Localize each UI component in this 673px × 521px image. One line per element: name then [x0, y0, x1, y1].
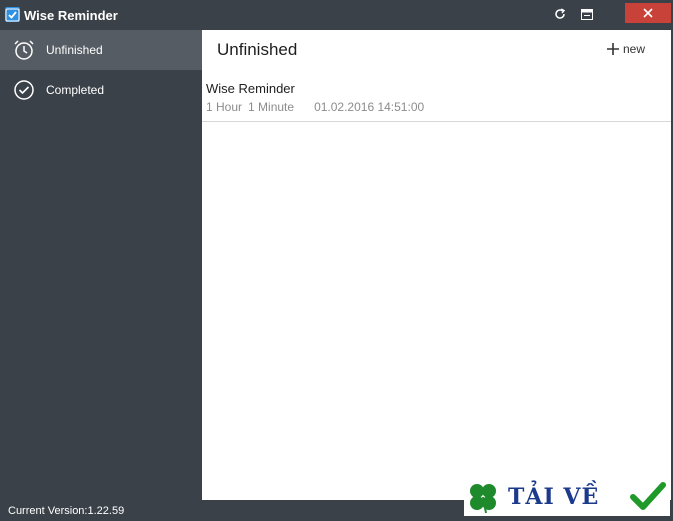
- watermark: TẢI VỀ: [464, 478, 670, 516]
- list-item[interactable]: Wise Reminder 1 Hour 1 Minute 01.02.2016 1…: [202, 77, 671, 122]
- reminder-hours: 1 Hour: [206, 100, 243, 114]
- reminder-title: Wise Reminder: [206, 81, 295, 96]
- sidebar: Unfinished Completed: [0, 30, 202, 500]
- close-icon: [643, 8, 653, 18]
- new-reminder-button[interactable]: new: [606, 39, 645, 59]
- window-title: Wise Reminder: [24, 8, 118, 23]
- sidebar-item-completed[interactable]: Completed: [0, 70, 202, 110]
- check-circle-icon: [13, 79, 35, 101]
- page-title: Unfinished: [217, 40, 298, 59]
- main-panel: Unfinished new Wise Reminder 1 Hour 1 Min…: [202, 30, 671, 500]
- clover-icon: [470, 484, 496, 514]
- watermark-text: TẢI VỀ: [508, 484, 600, 510]
- close-button[interactable]: [625, 3, 671, 23]
- title-bar: Wise Reminder: [0, 0, 673, 30]
- plus-icon: [607, 43, 619, 55]
- window-menu-button[interactable]: [577, 4, 597, 24]
- window-menu-icon: [581, 8, 593, 20]
- checkmark-icon: [630, 482, 666, 510]
- reminder-meta: 1 Hour 1 Minute 01.02.2016 14:51:00: [206, 100, 430, 114]
- reminder-minutes: 1 Minute: [248, 100, 295, 114]
- sidebar-item-unfinished[interactable]: Unfinished: [0, 30, 202, 70]
- calendar-check-icon: [5, 7, 20, 22]
- alarm-clock-icon: [13, 39, 35, 61]
- version-label: Current Version:1.22.59: [8, 505, 125, 517]
- sidebar-item-label: Completed: [46, 83, 105, 97]
- new-label: new: [623, 42, 646, 56]
- sidebar-item-label: Unfinished: [46, 43, 103, 57]
- reminder-datetime: 01.02.2016 14:51:00: [314, 100, 425, 114]
- refresh-button[interactable]: [550, 4, 570, 24]
- refresh-icon: [555, 8, 566, 19]
